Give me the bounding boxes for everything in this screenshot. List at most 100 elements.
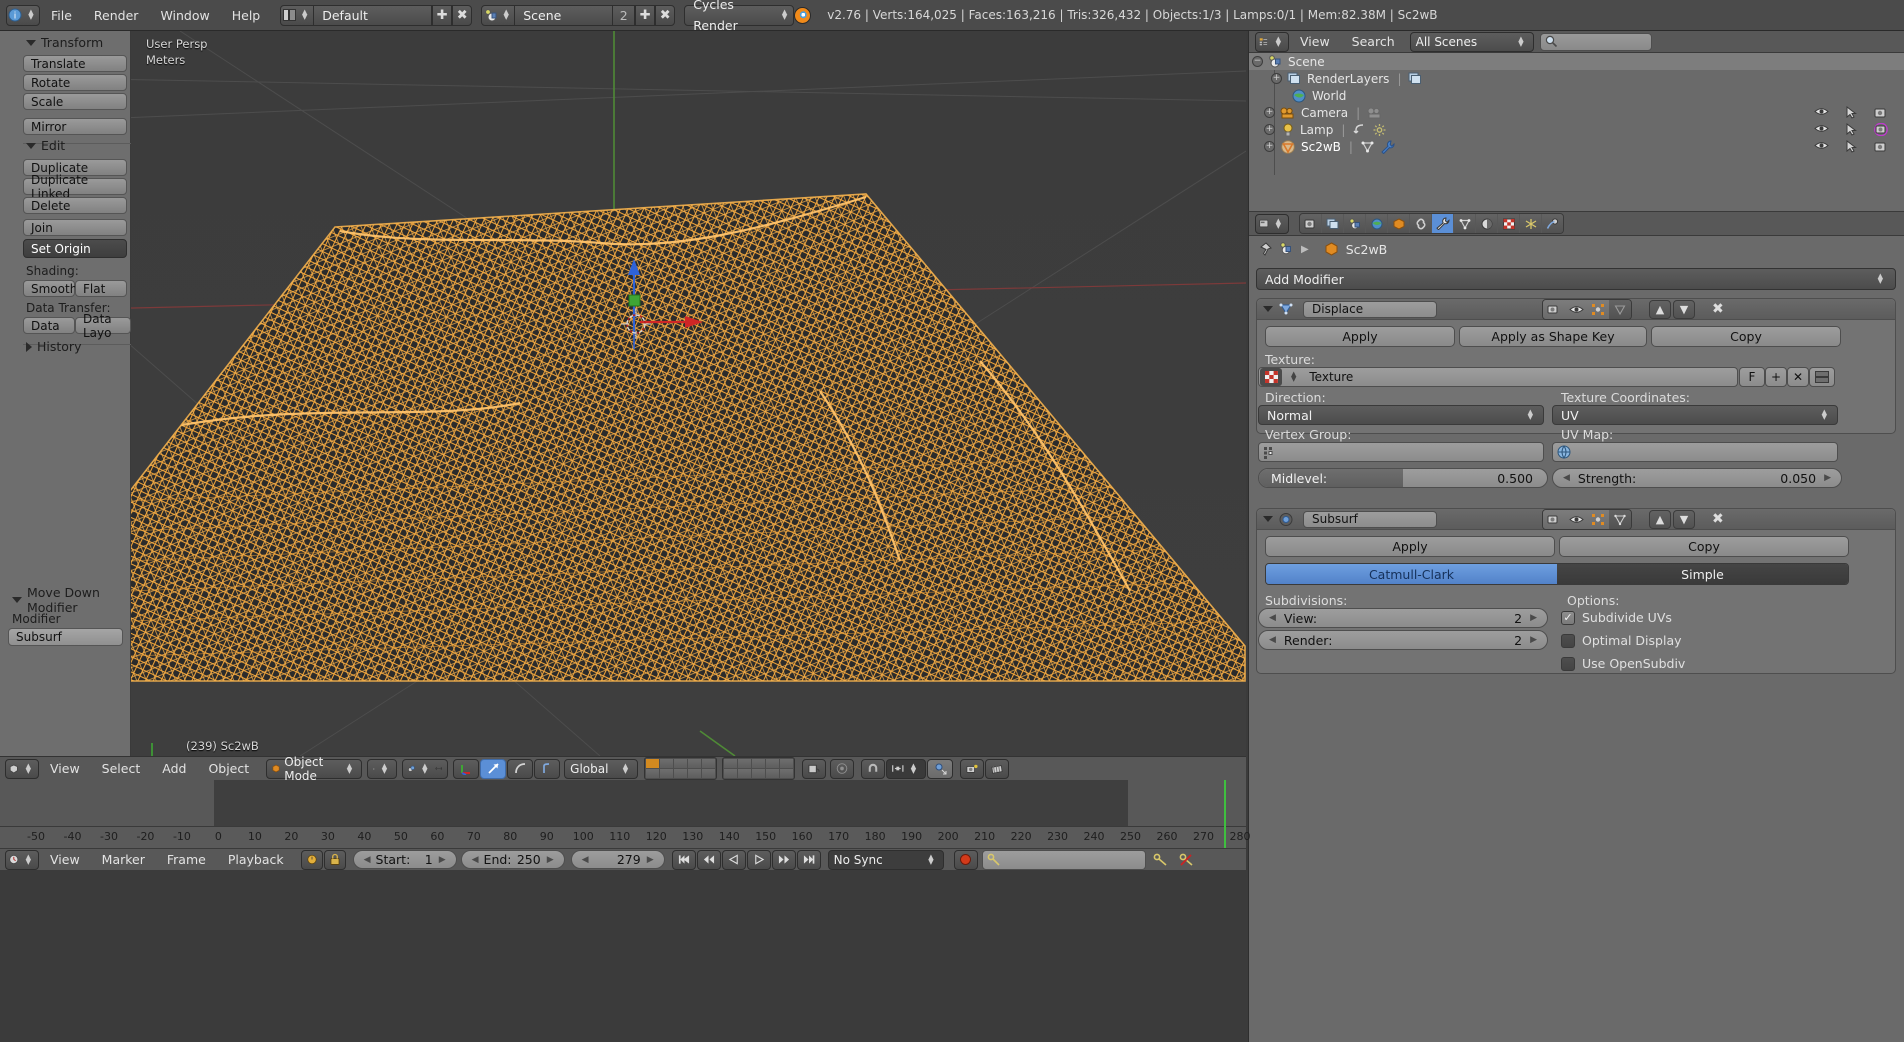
lock-camera-button[interactable] [802, 759, 826, 779]
layer-cell[interactable] [674, 769, 687, 778]
tab-object-icon[interactable] [1388, 214, 1409, 233]
subdivide-uvs-checkbox-row[interactable]: ✓ Subdivide UVs [1561, 610, 1672, 625]
rotate-manipulator-button[interactable] [480, 759, 506, 779]
menu-window[interactable]: Window [149, 5, 220, 26]
tab-physics-icon[interactable] [1542, 214, 1563, 233]
expander-plus-icon[interactable]: + [1264, 141, 1275, 152]
layer-cell[interactable] [646, 759, 659, 768]
arrow-left-icon[interactable]: ◀ [472, 855, 479, 865]
viewport-canvas[interactable]: User Persp Meters (239) Sc2wB [0, 31, 1246, 756]
end-frame-field[interactable]: ◀ End: 250 ▶ [461, 850, 565, 869]
layer-cell[interactable] [660, 769, 673, 778]
outliner-row-world[interactable]: World [1249, 87, 1904, 104]
timeline-editor-type-button[interactable]: ▲▼ [5, 850, 39, 870]
move-up-displace[interactable]: ▲ [1649, 300, 1671, 319]
delete-keyframe-button[interactable] [1174, 850, 1198, 870]
copy-button-subsurf[interactable]: Copy [1559, 536, 1849, 557]
apply-button-subsurf[interactable]: Apply [1265, 536, 1555, 557]
layer-cell[interactable] [674, 759, 687, 768]
tab-world-icon[interactable] [1366, 214, 1387, 233]
close-displace[interactable]: ✖ [1712, 301, 1724, 317]
apply-button-displace[interactable]: Apply [1265, 326, 1455, 347]
toggle-on-cage-displace[interactable] [1609, 300, 1631, 319]
arrow-left-icon[interactable]: ◀ [1269, 613, 1276, 623]
uv-map-field[interactable] [1552, 442, 1838, 462]
subdivisions-render-field[interactable]: ◀ Render: 2 ▶ [1258, 630, 1548, 650]
menu-file[interactable]: File [40, 5, 83, 26]
tab-modifiers-icon[interactable] [1432, 214, 1453, 233]
layer-cell[interactable] [660, 759, 673, 768]
operator-modifier-field[interactable]: Subsurf [8, 628, 123, 646]
simple-option[interactable]: Simple [1557, 564, 1848, 584]
scene-icon-button[interactable]: ▲▼ [481, 5, 515, 26]
layer-cell[interactable] [688, 769, 701, 778]
layer-cell[interactable] [752, 769, 765, 778]
checkbox-unchecked-icon[interactable] [1561, 657, 1575, 671]
lock-frame-button[interactable] [324, 850, 346, 870]
use-opensubdiv-checkbox-row[interactable]: Use OpenSubdiv [1561, 656, 1685, 671]
expander-plus-icon[interactable]: + [1264, 124, 1275, 135]
viewport-menu-add[interactable]: Add [151, 759, 197, 779]
modifier-name-field-subsurf[interactable]: Subsurf [1303, 511, 1437, 528]
triangle-down-icon[interactable] [1263, 306, 1273, 312]
toggle-viewport-displace[interactable] [1565, 300, 1587, 319]
chevron-updown-icon[interactable]: ▲▼ [1287, 372, 1300, 382]
timeline-menu-frame[interactable]: Frame [156, 850, 217, 870]
layer-cell[interactable] [780, 769, 793, 778]
outliner-display-mode-combo[interactable]: All Scenes ▲▼ [1410, 32, 1534, 52]
texture-browse-button[interactable] [1809, 367, 1835, 387]
tab-material-icon[interactable] [1476, 214, 1497, 233]
data-layout-transfer-button[interactable]: Data Layo [75, 317, 131, 334]
transform-orientation-combo[interactable]: Global ▲▼ [564, 759, 638, 779]
strength-field[interactable]: ◀ Strength: 0.050 ▶ [1552, 468, 1842, 488]
viewport-menu-select[interactable]: Select [91, 759, 152, 779]
toggle-render-displace[interactable] [1543, 300, 1565, 319]
shade-smooth-button[interactable]: Smooth [23, 280, 75, 297]
tab-data-icon[interactable] [1454, 214, 1475, 233]
toggle-on-cage-subsurf[interactable] [1609, 510, 1631, 529]
texture-coordinates-combo[interactable]: UV ▲▼ [1552, 405, 1838, 425]
interaction-mode-combo[interactable]: Object Mode ▲▼ [266, 759, 362, 779]
pivot-point-button[interactable]: ▲▼ [402, 759, 448, 779]
menu-help[interactable]: Help [221, 5, 272, 26]
optimal-display-checkbox-row[interactable]: Optimal Display [1561, 633, 1682, 648]
expander-plus-icon[interactable]: + [1271, 73, 1282, 84]
triangle-down-icon[interactable] [1263, 516, 1273, 522]
operator-panel-header[interactable]: Move Down Modifier [12, 585, 130, 615]
move-up-subsurf[interactable]: ▲ [1649, 510, 1671, 529]
record-button[interactable] [954, 850, 978, 870]
outliner-row-camera[interactable]: + Camera | [1249, 104, 1904, 121]
layer-cell[interactable] [724, 759, 737, 768]
texture-new-button[interactable]: + [1765, 367, 1787, 387]
scene-icon[interactable] [1279, 242, 1294, 256]
panel-header-history[interactable]: History [26, 339, 81, 354]
join-button[interactable]: Join [23, 219, 127, 236]
outliner-row-sc2wb[interactable]: + Sc2wB | [1249, 138, 1904, 155]
timeline-menu-view[interactable]: View [39, 850, 91, 870]
modifier-name-field-displace[interactable]: Displace [1303, 301, 1437, 318]
layer-cell[interactable] [738, 759, 751, 768]
new-screen-button[interactable]: ✚ [432, 5, 452, 26]
toggle-edit-mode-displace[interactable] [1587, 300, 1609, 319]
texture-fake-user-button[interactable]: F [1739, 367, 1765, 387]
translate-manipulator-button[interactable] [453, 759, 479, 779]
vertex-group-field[interactable] [1258, 442, 1544, 462]
arrow-left-icon[interactable]: ◀ [364, 855, 371, 865]
screen-layout-icon-button[interactable]: ▲▼ [280, 5, 314, 26]
add-modifier-dropdown[interactable]: Add Modifier ▲▼ [1256, 268, 1896, 290]
close-subsurf[interactable]: ✖ [1712, 511, 1724, 527]
shade-flat-button[interactable]: Flat [75, 280, 127, 297]
editor-type-button[interactable]: ▲▼ [5, 759, 39, 779]
play-button[interactable] [747, 850, 771, 870]
tab-scene-icon[interactable] [1344, 214, 1365, 233]
outliner-search-input[interactable] [1540, 33, 1652, 51]
viewport-shading-button[interactable]: ▲▼ [367, 759, 397, 779]
previous-keyframe-button[interactable] [697, 850, 721, 870]
panel-header-edit[interactable]: Edit [26, 138, 65, 153]
viewport-menu-view[interactable]: View [39, 759, 91, 779]
scale-button[interactable]: Scale [23, 93, 127, 110]
layer-cell[interactable] [738, 769, 751, 778]
info-editor-type-button[interactable]: i ▲▼ [6, 5, 40, 26]
toggle-edit-mode-subsurf[interactable] [1587, 510, 1609, 529]
expander-plus-icon[interactable]: + [1264, 107, 1275, 118]
